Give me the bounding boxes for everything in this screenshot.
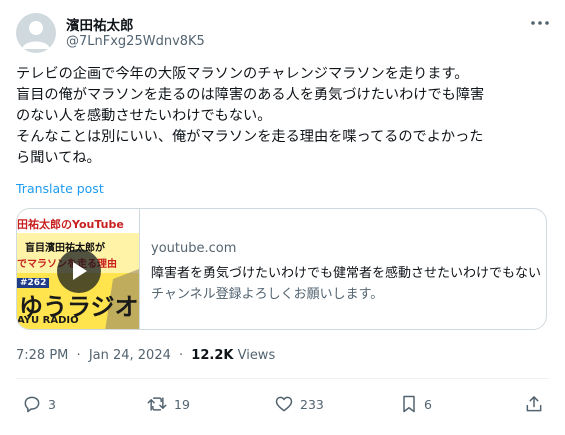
- card-description: チャンネル登録よろしくお願いします。: [151, 287, 384, 302]
- tweet-meta: 7:28 PM · Jan 24, 2024 · 12.2K Views: [16, 348, 275, 363]
- like-button[interactable]: 233: [274, 394, 324, 414]
- repost-button[interactable]: 19: [146, 394, 190, 414]
- reply-count: 3: [48, 396, 56, 412]
- more-horizontal-icon: [531, 21, 549, 25]
- display-name[interactable]: 濱田祐太郎: [66, 14, 134, 34]
- views-label: Views: [237, 348, 276, 363]
- more-button[interactable]: [529, 14, 551, 32]
- tweet-text: テレビの企画で今年の大阪マラソンのチャレンジマラソンを走ります。 盲目の俺がマラ…: [16, 66, 485, 166]
- bookmark-icon: [403, 395, 415, 413]
- card-thumbnail[interactable]: 田祐太郎のYouTube 盲目濱田祐太郎が でマラソンを走る理由 #262 ゆう…: [17, 209, 140, 329]
- divider: [16, 378, 549, 379]
- thumbnail-line1: 田祐太郎のYouTube: [17, 218, 124, 231]
- tweet-date[interactable]: Jan 24, 2024: [89, 348, 171, 363]
- card-title: 障害者を勇気づけたいわけでも健常者を感動させたいわけでもない: [151, 266, 541, 281]
- share-button[interactable]: [524, 394, 544, 414]
- link-card[interactable]: 田祐太郎のYouTube 盲目濱田祐太郎が でマラソンを走る理由 #262 ゆう…: [16, 208, 547, 330]
- bookmark-button[interactable]: 6: [400, 394, 432, 414]
- like-count: 233: [300, 396, 324, 412]
- heart-icon: [275, 396, 293, 412]
- reply-button[interactable]: 3: [22, 394, 56, 414]
- avatar[interactable]: [16, 13, 56, 53]
- thumbnail-line2: 盲目濱田祐太郎が: [25, 243, 105, 254]
- meta-separator: ·: [76, 348, 81, 363]
- action-bar: 3 19 233 6: [0, 390, 565, 422]
- play-icon: [73, 262, 87, 280]
- translate-link[interactable]: Translate post: [16, 181, 104, 196]
- views-count: 12.2K: [191, 348, 234, 363]
- card-domain: youtube.com: [151, 241, 237, 256]
- repost-count: 19: [174, 396, 190, 412]
- tweet: 濱田祐太郎 @7LnFxg25Wdnv8K5 テレビの企画で今年の大阪マラソンの…: [0, 0, 565, 435]
- play-button[interactable]: [57, 249, 101, 293]
- user-handle[interactable]: @7LnFxg25Wdnv8K5: [66, 34, 205, 49]
- bookmark-count: 6: [424, 396, 432, 412]
- share-icon: [526, 396, 542, 412]
- reply-icon: [24, 396, 40, 413]
- meta-separator: ·: [179, 348, 184, 363]
- tweet-time[interactable]: 7:28 PM: [16, 348, 68, 363]
- repost-icon: [147, 397, 167, 411]
- default-avatar-icon: [22, 21, 50, 49]
- thumbnail-sub: AYU RADIO: [17, 315, 79, 326]
